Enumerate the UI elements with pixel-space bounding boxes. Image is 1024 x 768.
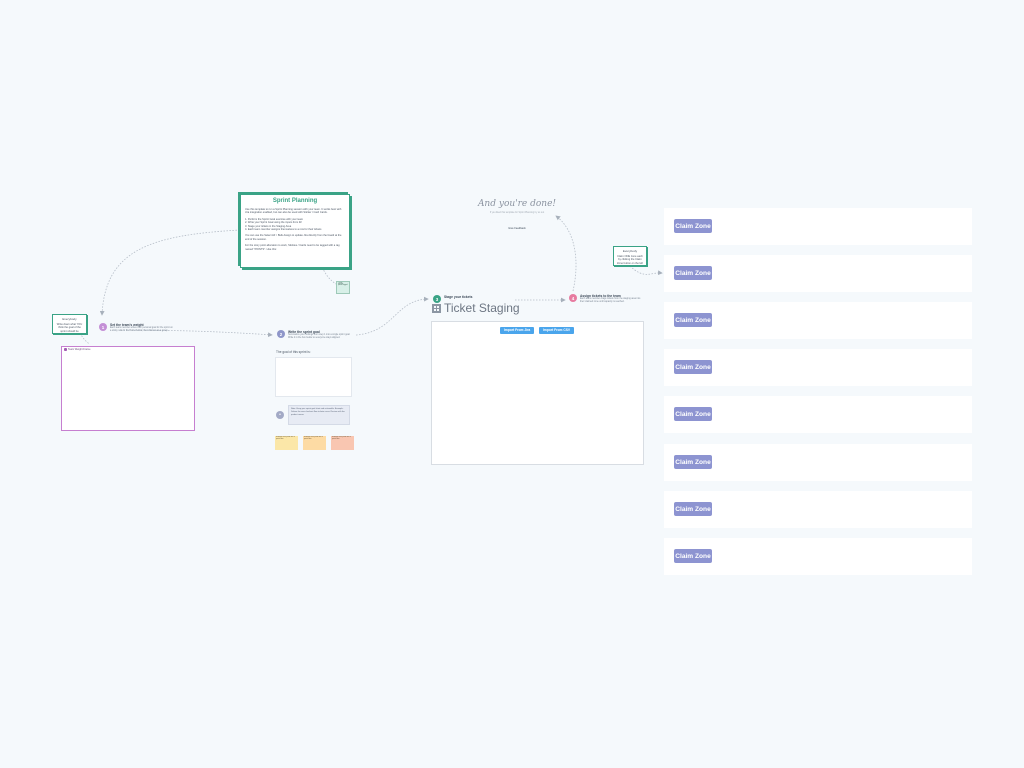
step-number: 2	[277, 330, 285, 338]
intro-title: Sprint Planning	[272, 198, 318, 204]
claim-zone[interactable]: Claim Zone	[664, 208, 972, 245]
claim-zone-button[interactable]: Claim Zone	[674, 407, 712, 421]
example-sticky[interactable]: Example sticky note with a sprint idea	[331, 436, 354, 450]
callout-body: Write down what YOU think the goal of th…	[56, 323, 83, 333]
info-icon: •	[276, 411, 284, 419]
everybody-callout-left: Everybody Write down what YOU think the …	[52, 314, 87, 334]
claim-zone-button[interactable]: Claim Zone	[674, 219, 712, 233]
intro-paragraph: For the story point allocation to work, …	[245, 244, 340, 251]
ticket-staging-area[interactable]	[431, 321, 644, 465]
give-feedback-link[interactable]: Give Feedback	[500, 227, 534, 230]
step-2: 2 Write the sprint goal Summarize your f…	[277, 330, 352, 340]
sprint-goal-input[interactable]	[275, 357, 352, 397]
intro-steps: 1. Perform the Sprint Goal exercise with…	[245, 217, 322, 232]
done-subtitle: If you liked this template for Sprint Pl…	[489, 212, 545, 214]
claim-zone[interactable]: Claim Zone	[664, 538, 972, 575]
step-description: Each team member drags tickets from the …	[580, 298, 641, 303]
intro-card: Sprint Planning Use this template to run…	[240, 194, 350, 268]
step-description: Each team member writes their personal g…	[110, 327, 173, 332]
ticket-staging-header: Ticket Staging	[432, 301, 520, 315]
claim-zone[interactable]: Claim Zone	[664, 255, 972, 292]
claim-zone-button[interactable]: Claim Zone	[674, 313, 712, 327]
sprint-goal-label: The goal of this sprint is:	[276, 350, 311, 354]
example-sticky[interactable]: Example sticky note with a sprint idea	[303, 436, 326, 450]
claim-zone-button[interactable]: Claim Zone	[674, 455, 712, 469]
everybody-callout-right: Everybody Claim ONE zone each by clickin…	[613, 246, 647, 266]
callout-header: Everybody	[62, 317, 77, 321]
example-sticky[interactable]: Example sticky note with a sprint idea	[275, 436, 298, 450]
import-from-csv-button[interactable]: Import From CSV	[539, 327, 575, 334]
import-from-jira-button[interactable]: Import From Jira	[500, 327, 535, 334]
done-title: And you're done!	[477, 199, 557, 209]
step-number: 4	[569, 294, 577, 302]
frame-label: Team Weight Frame	[68, 348, 91, 351]
claim-zone[interactable]: Claim Zone	[664, 302, 972, 339]
step-description: Summarize your findings from step 1 into…	[288, 334, 351, 339]
claim-zone-button[interactable]: Claim Zone	[674, 266, 712, 280]
claim-zone-button[interactable]: Claim Zone	[674, 502, 712, 516]
points-example-sticky[interactable]: Ticket sample: points tagged	[336, 281, 350, 294]
claim-zone[interactable]: Claim Zone	[664, 444, 972, 481]
claim-zone[interactable]: Claim Zone	[664, 396, 972, 433]
frame-icon	[64, 348, 67, 351]
step-1: 1 Set the team's weight Each team member…	[99, 323, 174, 333]
callout-body: Claim ONE zone each by clicking the Clai…	[617, 255, 643, 265]
step-title: Stage your tickets	[444, 295, 473, 299]
table-grid-icon	[432, 303, 441, 313]
team-weight-frame[interactable]: Team Weight Frame	[61, 346, 195, 431]
intro-paragraph: You can use the Select All > Bulk Assign…	[245, 234, 342, 241]
step-number: 1	[99, 323, 107, 331]
claim-zone-button[interactable]: Claim Zone	[674, 360, 712, 374]
tips-note[interactable]: Note: Keep your sprint goal short and ac…	[288, 405, 350, 425]
ticket-staging-title: Ticket Staging	[444, 301, 520, 315]
intro-paragraph: Use this template to run a Sprint Planni…	[245, 208, 342, 215]
step-4: 4 Assign tickets to the team Each team m…	[569, 294, 645, 304]
claim-zone[interactable]: Claim Zone	[664, 491, 972, 528]
callout-header: Everybody	[622, 249, 638, 253]
claim-zone[interactable]: Claim Zone	[664, 349, 972, 386]
claim-zone-button[interactable]: Claim Zone	[674, 549, 712, 563]
